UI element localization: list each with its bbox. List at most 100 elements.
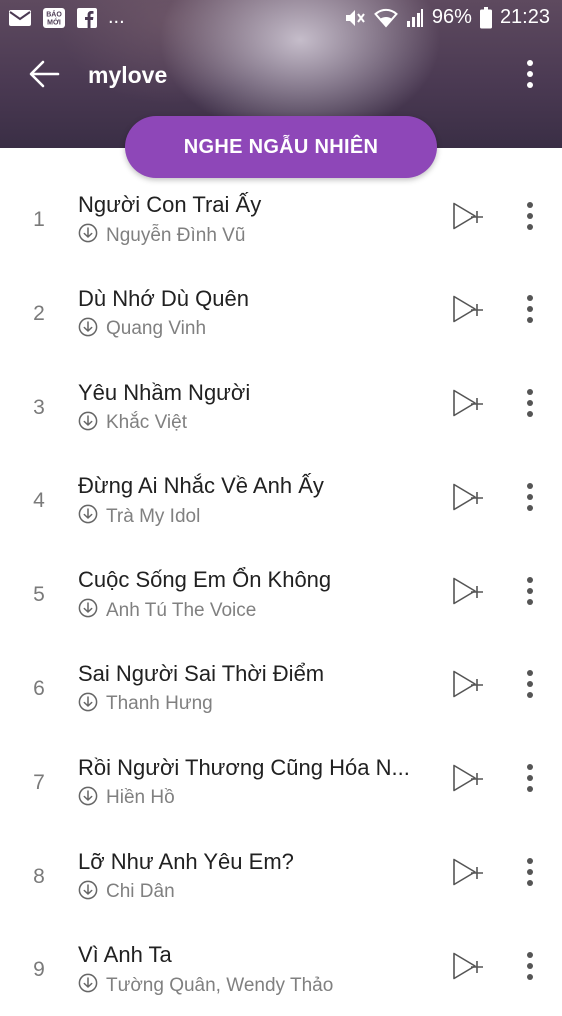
song-index: 5 bbox=[33, 583, 45, 607]
mail-icon bbox=[8, 8, 32, 28]
song-more-button[interactable] bbox=[516, 669, 544, 705]
app-bar: mylove bbox=[0, 48, 562, 104]
song-index: 3 bbox=[33, 395, 45, 419]
download-icon bbox=[78, 504, 98, 529]
play-add-icon bbox=[451, 576, 485, 611]
more-vertical-icon bbox=[526, 388, 534, 423]
signal-icon bbox=[406, 8, 424, 28]
add-to-queue-button[interactable] bbox=[448, 200, 488, 236]
overflow-menu-button[interactable] bbox=[516, 56, 544, 96]
song-artist: Quang Vinh bbox=[106, 318, 207, 340]
status-bar: BÁO MỚI ... 96% 21:23 bbox=[0, 0, 562, 38]
add-to-queue-button[interactable] bbox=[448, 481, 488, 517]
play-add-icon bbox=[451, 669, 485, 704]
more-vertical-icon bbox=[526, 763, 534, 798]
song-more-button[interactable] bbox=[516, 388, 544, 424]
song-more-button[interactable] bbox=[516, 950, 544, 986]
add-to-queue-button[interactable] bbox=[448, 763, 488, 799]
back-arrow-icon bbox=[28, 59, 60, 94]
playlist-title: mylove bbox=[88, 62, 168, 88]
more-vertical-icon bbox=[526, 669, 534, 704]
download-icon bbox=[78, 880, 98, 905]
svg-text:BÁO: BÁO bbox=[46, 9, 62, 18]
download-icon bbox=[78, 411, 98, 436]
song-artist: Nguyễn Đình Vũ bbox=[106, 224, 246, 246]
song-index: 1 bbox=[33, 208, 45, 231]
add-to-queue-button[interactable] bbox=[448, 669, 488, 705]
song-index: 2 bbox=[33, 301, 45, 325]
svg-text:MỚI: MỚI bbox=[47, 17, 61, 26]
song-more-button[interactable] bbox=[516, 294, 544, 330]
song-row[interactable]: 1 Người Con Trai Ấy Nguyễn Đình Vũ bbox=[0, 172, 562, 266]
play-add-icon bbox=[451, 857, 485, 892]
add-to-queue-button[interactable] bbox=[448, 575, 488, 611]
song-more-button[interactable] bbox=[516, 857, 544, 893]
more-vertical-icon bbox=[526, 294, 534, 329]
song-list: 1 Người Con Trai Ấy Nguyễn Đình Vũ 2 Dù Nhớ … bbox=[0, 172, 562, 1016]
facebook-icon bbox=[76, 7, 98, 29]
baomoi-app-icon: BÁO MỚI bbox=[42, 7, 66, 29]
download-icon bbox=[78, 973, 98, 998]
download-icon bbox=[78, 223, 98, 248]
more-vertical-icon bbox=[526, 857, 534, 892]
add-to-queue-button[interactable] bbox=[448, 857, 488, 893]
add-to-queue-button[interactable] bbox=[448, 294, 488, 330]
more-vertical-icon bbox=[526, 951, 534, 986]
song-more-button[interactable] bbox=[516, 481, 544, 517]
wifi-icon bbox=[374, 8, 398, 28]
song-row[interactable]: 8 Lỡ Như Anh Yêu Em? Chi Dân bbox=[0, 829, 562, 923]
song-row[interactable]: 4 Đừng Ai Nhắc Về Anh Ấy Trà My Idol bbox=[0, 453, 562, 547]
song-artist: Chi Dân bbox=[106, 881, 175, 903]
add-to-queue-button[interactable] bbox=[448, 388, 488, 424]
play-add-icon bbox=[451, 763, 485, 798]
download-icon bbox=[78, 692, 98, 717]
add-to-queue-button[interactable] bbox=[448, 950, 488, 986]
back-button[interactable] bbox=[22, 54, 66, 98]
download-icon bbox=[78, 317, 98, 342]
song-index: 7 bbox=[33, 770, 45, 794]
song-row[interactable]: 6 Sai Người Sai Thời Điểm Thanh Hưng bbox=[0, 641, 562, 735]
shuffle-play-button[interactable]: NGHE NGẪU NHIÊN bbox=[125, 116, 437, 178]
song-artist: Anh Tú The Voice bbox=[106, 599, 257, 621]
download-icon bbox=[78, 598, 98, 623]
song-title: Yêu Nhầm Người bbox=[78, 379, 251, 405]
song-row[interactable]: 2 Dù Nhớ Dù Quên Quang Vinh bbox=[0, 266, 562, 360]
more-vertical-icon bbox=[526, 201, 534, 236]
song-index: 4 bbox=[33, 489, 45, 513]
song-artist: Trà My Idol bbox=[106, 505, 201, 527]
mute-icon bbox=[344, 8, 366, 28]
song-row[interactable]: 3 Yêu Nhầm Người Khắc Việt bbox=[0, 360, 562, 454]
more-vertical-icon bbox=[526, 59, 534, 94]
song-row[interactable]: 9 Vì Anh Ta Tường Quân, Wendy Thảo bbox=[0, 922, 562, 1016]
song-title: Dù Nhớ Dù Quên bbox=[78, 285, 249, 311]
song-title: Đừng Ai Nhắc Về Anh Ấy bbox=[78, 473, 324, 499]
song-index: 6 bbox=[33, 676, 45, 700]
play-add-icon bbox=[451, 388, 485, 423]
song-title: Sai Người Sai Thời Điểm bbox=[78, 660, 325, 686]
song-title: Cuộc Sống Em Ổn Không bbox=[78, 567, 332, 593]
battery-percent: 96% bbox=[431, 6, 472, 28]
play-add-icon bbox=[451, 294, 485, 329]
song-artist: Hiền Hồ bbox=[106, 787, 175, 809]
song-title: Người Con Trai Ấy bbox=[78, 192, 262, 217]
play-add-icon bbox=[451, 951, 485, 986]
song-row[interactable]: 7 Rồi Người Thương Cũng Hóa N... Hiền Hồ bbox=[0, 735, 562, 829]
song-index: 8 bbox=[33, 864, 45, 888]
song-title: Rồi Người Thương Cũng Hóa N... bbox=[78, 754, 410, 780]
song-index: 9 bbox=[33, 958, 45, 982]
more-notifications-indicator: ... bbox=[108, 6, 125, 28]
battery-icon bbox=[479, 6, 492, 29]
song-more-button[interactable] bbox=[516, 200, 544, 236]
shuffle-play-label: NGHE NGẪU NHIÊN bbox=[183, 135, 379, 158]
more-vertical-icon bbox=[526, 482, 534, 517]
download-icon bbox=[78, 786, 98, 811]
play-add-icon bbox=[451, 482, 485, 517]
clock: 21:23 bbox=[499, 6, 550, 28]
song-more-button[interactable] bbox=[516, 763, 544, 799]
song-artist: Khắc Việt bbox=[106, 412, 187, 434]
play-add-icon bbox=[451, 201, 485, 236]
song-title: Lỡ Như Anh Yêu Em? bbox=[78, 848, 294, 874]
song-more-button[interactable] bbox=[516, 575, 544, 611]
song-artist: Thanh Hưng bbox=[106, 693, 213, 715]
song-row[interactable]: 5 Cuộc Sống Em Ổn Không Anh Tú The Voice bbox=[0, 547, 562, 641]
